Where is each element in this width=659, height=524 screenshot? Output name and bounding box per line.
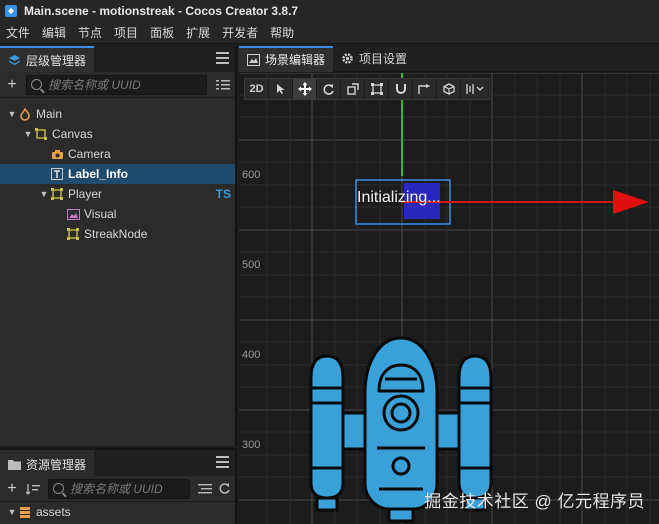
gear-icon: [342, 53, 353, 64]
typescript-badge: TS: [215, 187, 231, 201]
add-asset-button[interactable]: +: [4, 480, 20, 497]
scene-icon: [18, 107, 32, 121]
search-icon: [53, 483, 64, 494]
tree-node-label: Canvas: [52, 127, 93, 141]
menu-developer[interactable]: 开发者: [222, 24, 258, 41]
move-tool-icon[interactable]: [293, 79, 317, 99]
hierarchy-search-placeholder: 搜索名称或 UUID: [48, 78, 141, 92]
scene-canvas[interactable]: [239, 73, 659, 524]
scene-grid-minor: [239, 73, 659, 524]
folder-icon: [8, 459, 21, 470]
tab-project-settings[interactable]: 项目设置: [333, 46, 415, 72]
pivot-toggle-icon[interactable]: [413, 79, 437, 99]
scene-toolbar: 2D: [244, 78, 490, 100]
layers-icon: [9, 54, 20, 65]
database-icon: [18, 505, 32, 519]
menu-edit[interactable]: 编辑: [42, 24, 66, 41]
tree-node-streaknode[interactable]: StreakNode: [0, 224, 235, 244]
sprite-icon: [66, 207, 80, 221]
rotate-tool-icon[interactable]: [317, 79, 341, 99]
coordinate-toggle-icon[interactable]: [437, 79, 461, 99]
menu-node[interactable]: 节点: [78, 24, 102, 41]
hierarchy-search-row: + 搜索名称或 UUID: [0, 72, 235, 98]
node-icon: [50, 187, 64, 201]
tree-node-label: Visual: [84, 207, 117, 221]
refresh-icon[interactable]: [218, 482, 231, 495]
tree-node-label: Player: [68, 187, 103, 201]
window-title: Main.scene - motionstreak - Cocos Creato…: [24, 4, 299, 18]
tab-scene-editor[interactable]: 场景编辑器: [239, 46, 334, 72]
hierarchy-search-input[interactable]: 搜索名称或 UUID: [26, 74, 207, 95]
tree-node-assets[interactable]: ▼ assets: [0, 502, 235, 522]
assets-tab-bar: 资源管理器: [0, 450, 235, 476]
hierarchy-tab-bar: 层级管理器: [0, 46, 235, 72]
mode-2d-button[interactable]: 2D: [245, 79, 269, 99]
select-tool-icon[interactable]: [269, 79, 293, 99]
y-axis-tick-label: 600: [242, 169, 261, 181]
hierarchy-tree: ▼ Main ▼ Canvas Camera Label_Info ▼ Play…: [0, 104, 235, 244]
snap-magnet-icon[interactable]: [389, 79, 413, 99]
camera-icon: [50, 147, 64, 161]
hierarchy-menu-icon[interactable]: [216, 52, 229, 64]
sort-icon[interactable]: [215, 79, 231, 91]
tree-node-canvas[interactable]: ▼ Canvas: [0, 124, 235, 144]
menu-project[interactable]: 项目: [114, 24, 138, 41]
expand-arrow-icon[interactable]: ▼: [38, 189, 50, 199]
y-axis-tick-label: 400: [242, 349, 261, 361]
tree-node-label: Main: [36, 107, 63, 121]
menu-file[interactable]: 文件: [6, 24, 30, 41]
tree-node-label-info[interactable]: Label_Info: [0, 164, 235, 184]
hierarchy-tab-label: 层级管理器: [26, 53, 87, 68]
menu-help[interactable]: 帮助: [270, 24, 294, 41]
rect-tool-icon[interactable]: [365, 79, 389, 99]
tab-scene-editor-label: 场景编辑器: [265, 53, 326, 67]
x-axis-arrow-icon: [613, 190, 649, 214]
search-icon: [31, 79, 42, 90]
canvas-node-icon: [34, 127, 48, 141]
assets-menu-icon[interactable]: [216, 456, 229, 468]
tree-node-label: Camera: [68, 147, 111, 161]
tree-node-label: Label_Info: [68, 167, 129, 181]
assets-search-row: + 搜索名称或 UUID: [0, 476, 235, 502]
watermark-text: 掘金技术社区 @ 亿元程序员: [424, 492, 645, 511]
tree-node-label: assets: [36, 505, 71, 519]
title-bar: Main.scene - motionstreak - Cocos Creato…: [0, 0, 659, 22]
hierarchy-panel: 层级管理器 + 搜索名称或 UUID ▼ Main ▼ Canvas Camer…: [0, 46, 237, 446]
sort-icon[interactable]: [26, 483, 40, 495]
add-node-button[interactable]: +: [4, 76, 20, 93]
expand-arrow-icon[interactable]: ▼: [6, 109, 18, 119]
scene-editor-icon: [247, 53, 260, 66]
tree-node-player[interactable]: ▼ Player TS: [0, 184, 235, 204]
assets-search-placeholder: 搜索名称或 UUID: [70, 482, 163, 496]
label-icon: [50, 167, 64, 181]
tab-project-settings-label: 项目设置: [359, 52, 408, 66]
expand-arrow-icon[interactable]: ▼: [6, 507, 18, 517]
node-icon: [66, 227, 80, 241]
assets-tab-label: 资源管理器: [26, 457, 87, 472]
tree-node-main[interactable]: ▼ Main: [0, 104, 235, 124]
collapse-all-icon[interactable]: [198, 483, 212, 495]
y-axis-tick-label: 500: [242, 259, 261, 271]
assets-panel: 资源管理器 + 搜索名称或 UUID ▼ assets: [0, 448, 237, 524]
menu-panel[interactable]: 面板: [150, 24, 174, 41]
menu-extension[interactable]: 扩展: [186, 24, 210, 41]
scene-viewport[interactable]: Initializing... 600 500 400 300 2D 掘金技术社…: [239, 73, 659, 524]
align-tool-icon[interactable]: [461, 79, 489, 99]
tree-node-visual[interactable]: Visual: [0, 204, 235, 224]
scene-grid: [239, 73, 659, 524]
y-axis-tick-label: 300: [242, 439, 261, 451]
scene-tab-bar: 场景编辑器 项目设置: [239, 46, 659, 72]
scene-label-text[interactable]: Initializing...: [357, 189, 441, 207]
menu-bar: 文件 编辑 节点 项目 面板 扩展 开发者 帮助: [0, 22, 659, 44]
tab-assets[interactable]: 资源管理器: [0, 450, 95, 476]
scene-panel: 场景编辑器 项目设置 Initializing... 600 500 400 3…: [239, 46, 659, 524]
tree-node-camera[interactable]: Camera: [0, 144, 235, 164]
cocos-logo-icon: [5, 5, 17, 17]
assets-search-input[interactable]: 搜索名称或 UUID: [48, 478, 190, 499]
scale-tool-icon[interactable]: [341, 79, 365, 99]
tree-node-label: StreakNode: [84, 227, 148, 241]
expand-arrow-icon[interactable]: ▼: [22, 129, 34, 139]
tab-hierarchy[interactable]: 层级管理器: [0, 46, 95, 72]
